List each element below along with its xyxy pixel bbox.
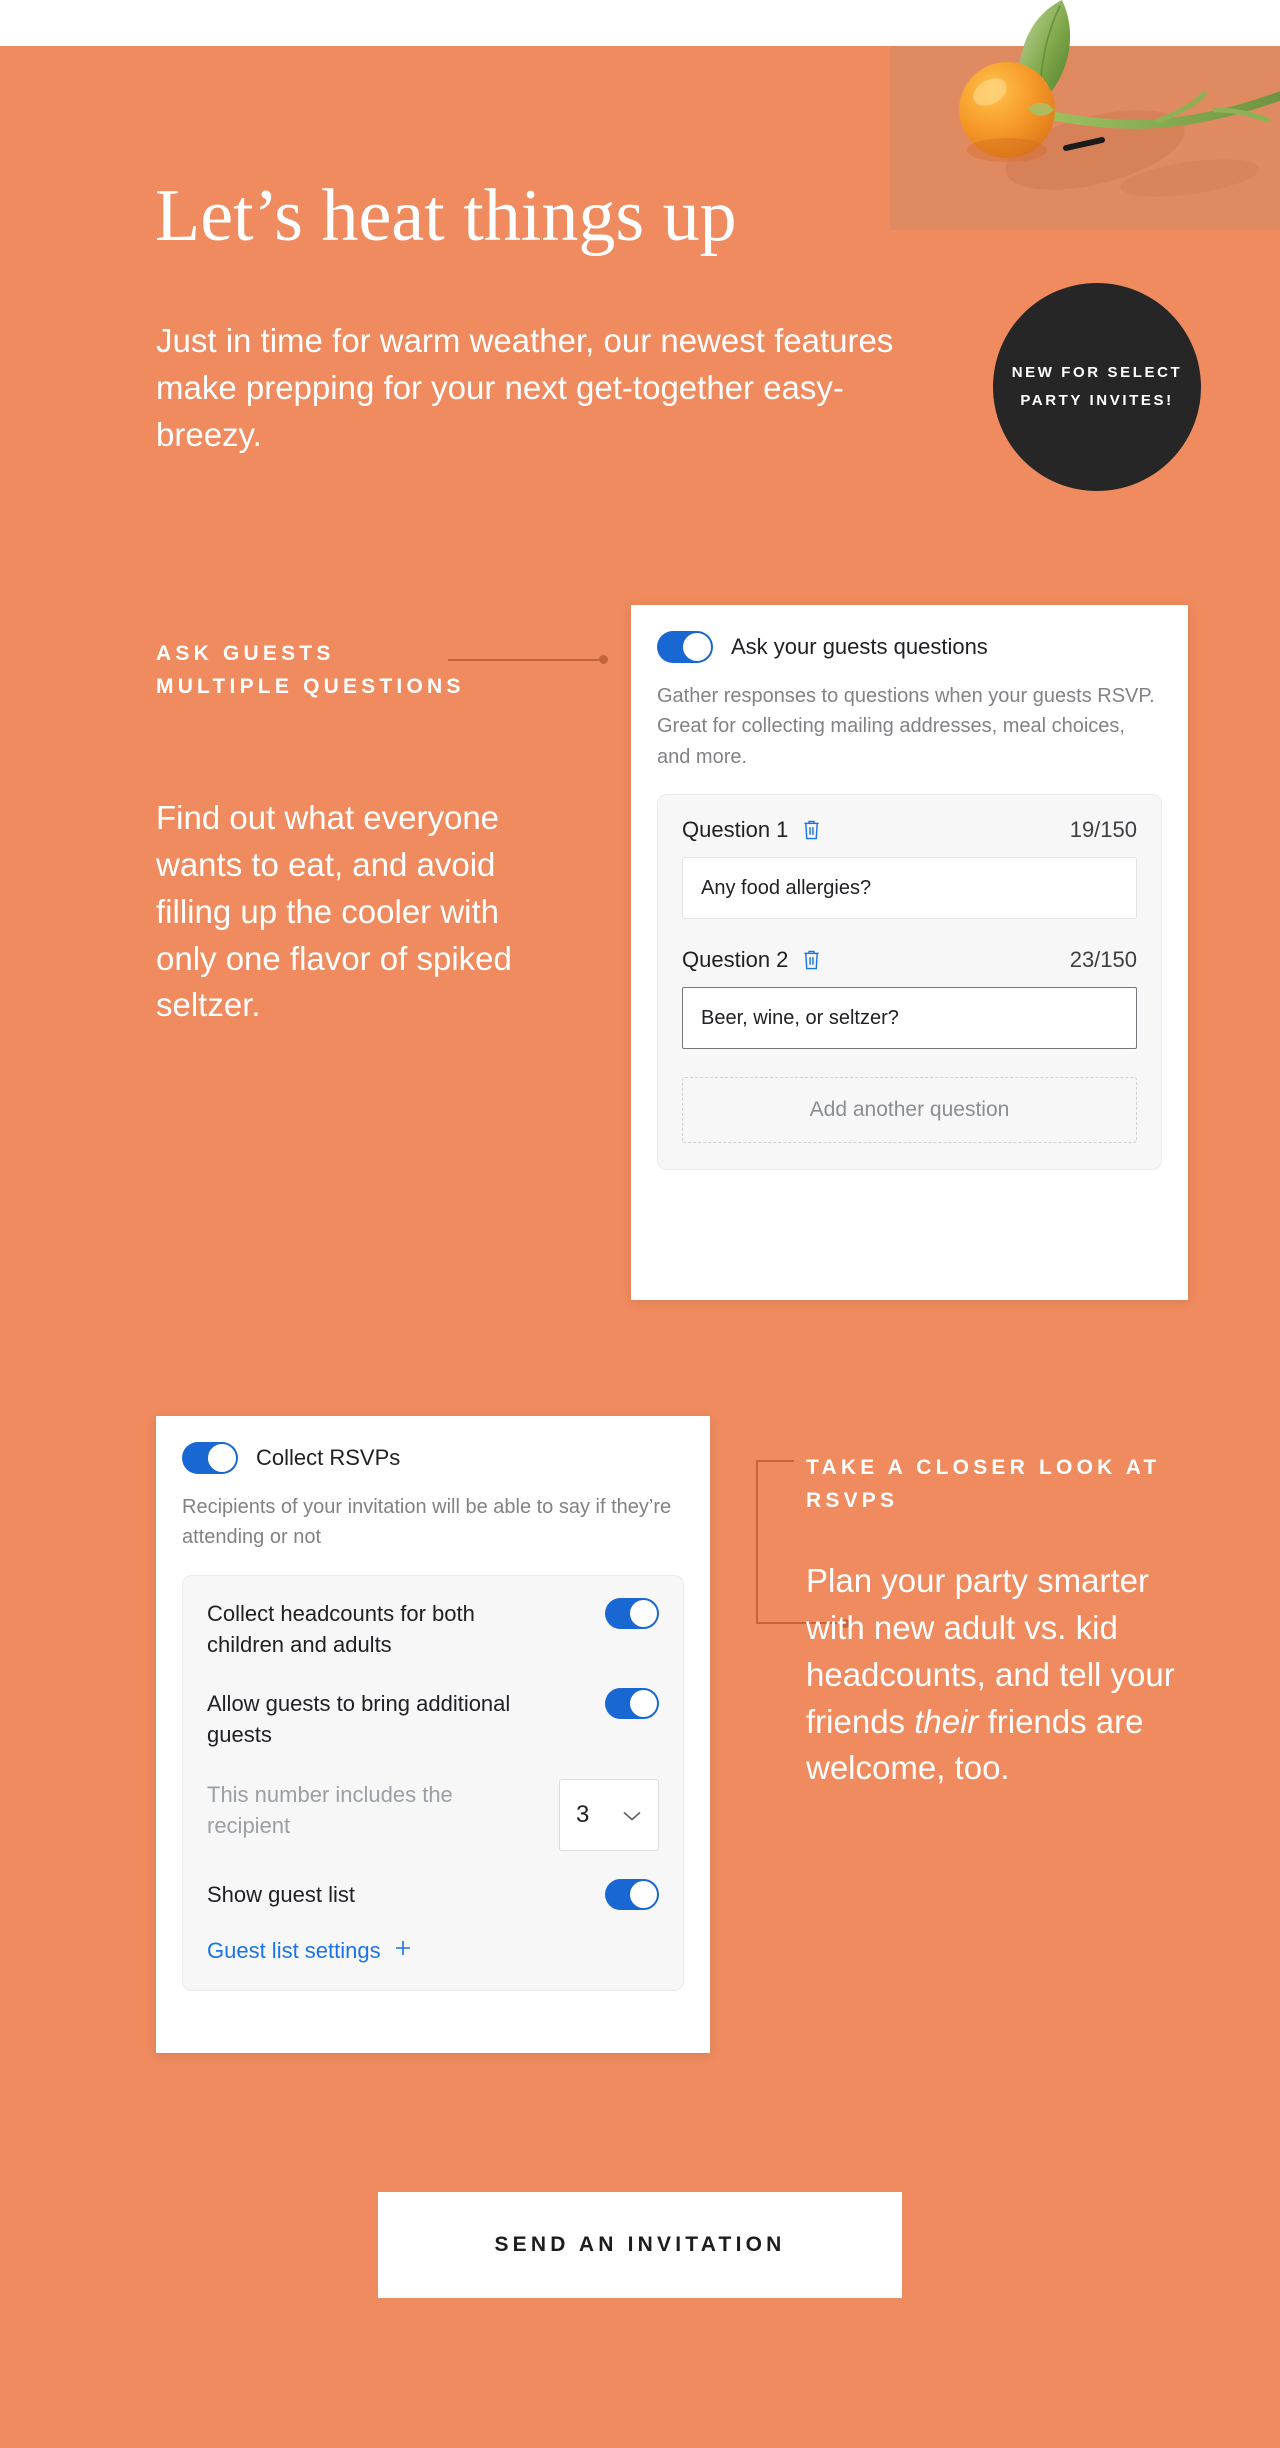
guest-count-select[interactable]: 3	[559, 1778, 659, 1851]
connector-dot	[599, 655, 608, 664]
toggle-knob	[629, 1598, 658, 1628]
section-questions-body: Find out what everyone wants to eat, and…	[156, 799, 512, 1024]
question-2-counter: 23/150	[1069, 947, 1137, 973]
question-2-input[interactable]: Beer, wine, or seltzer?	[682, 987, 1137, 1050]
trash-icon[interactable]	[802, 949, 821, 971]
hero-photo	[890, 0, 1280, 230]
plus-icon	[393, 1938, 413, 1964]
toggle-knob	[207, 1443, 237, 1473]
connector-stroke-top	[756, 1460, 794, 1462]
ask-questions-label: Ask your guests questions	[731, 634, 988, 659]
guest-list-settings-link[interactable]: Guest list settings	[207, 1938, 659, 1964]
rsvp-row-guest-count: This number includes the recipient 3	[207, 1778, 659, 1851]
rsvp-row-additional-guests: Allow guests to bring additional guests	[207, 1688, 659, 1750]
collect-rsvps-toggle-row[interactable]: Collect RSVPs	[182, 1442, 684, 1474]
show-guest-list-toggle[interactable]	[605, 1878, 659, 1910]
new-feature-badge: NEW FOR SELECT PARTY INVITES!	[993, 283, 1201, 491]
guest-count-value: 3	[576, 1800, 590, 1828]
section-questions-eyebrow: ASK GUESTS MULTIPLE QUESTIONS	[156, 642, 465, 698]
headcounts-toggle[interactable]	[605, 1597, 659, 1629]
rsvp-options-panel: Collect headcounts for both children and…	[182, 1574, 684, 1991]
collect-rsvps-description: Recipients of your invitation will be ab…	[182, 1496, 672, 1549]
rsvp-row-show-guest-list: Show guest list	[207, 1878, 659, 1910]
questions-card: Ask your guests questions Gather respons…	[631, 605, 1188, 1300]
ask-questions-description: Gather responses to questions when your …	[657, 685, 1155, 768]
email-page: Let’s heat things up Just in time for wa…	[0, 0, 1280, 2448]
question-1-label: Question 1	[682, 817, 789, 843]
question-2-label: Question 2	[682, 947, 789, 973]
questions-panel: Question 1 19/150 Any food allergies? Qu…	[657, 794, 1162, 1171]
add-another-question-button[interactable]: Add another question	[682, 1077, 1137, 1144]
collect-rsvps-label: Collect RSVPs	[256, 1445, 401, 1470]
additional-guests-label: Allow guests to bring additional guests	[207, 1691, 511, 1748]
connector-stroke	[448, 659, 600, 661]
toggle-knob	[682, 632, 712, 662]
connector-line-questions	[448, 655, 608, 664]
rsvp-row-headcounts: Collect headcounts for both children and…	[207, 1597, 659, 1660]
send-invitation-button[interactable]: SEND AN INVITATION	[378, 2192, 902, 2298]
ask-questions-toggle-row[interactable]: Ask your guests questions	[657, 631, 1162, 663]
hero-subheadline: Just in time for warm weather, our newes…	[156, 322, 894, 453]
guest-list-settings-label: Guest list settings	[207, 1937, 381, 1963]
connector-stroke-vertical	[756, 1460, 758, 1624]
guest-count-hint: This number includes the recipient	[207, 1781, 453, 1838]
headcounts-label: Collect headcounts for both children and…	[207, 1600, 475, 1658]
additional-guests-toggle[interactable]	[605, 1688, 659, 1720]
rsvp-body-emphasis: their	[914, 1702, 979, 1740]
show-guest-list-label: Show guest list	[207, 1881, 355, 1907]
section-rsvp-body: Plan your party smarter with new adult v…	[806, 1558, 1206, 1792]
question-1-header-left: Question 1	[682, 817, 821, 843]
rsvp-card: Collect RSVPs Recipients of your invitat…	[156, 1416, 710, 2053]
toggle-knob	[629, 1689, 658, 1719]
chevron-down-icon	[622, 1801, 642, 1829]
ask-questions-toggle[interactable]	[657, 631, 713, 663]
kumquat-illustration	[959, 0, 1280, 197]
section-rsvp-eyebrow: TAKE A CLOSER LOOK AT RSVPS	[806, 1456, 1161, 1512]
question-2-header-left: Question 2	[682, 947, 821, 973]
trash-icon[interactable]	[802, 819, 821, 841]
toggle-knob	[629, 1879, 658, 1909]
question-2-header: Question 2 23/150	[682, 947, 1137, 973]
collect-rsvps-toggle[interactable]	[182, 1442, 238, 1474]
question-1-header: Question 1 19/150	[682, 817, 1137, 843]
question-1-input[interactable]: Any food allergies?	[682, 857, 1137, 920]
page-title: Let’s heat things up	[155, 175, 737, 257]
badge-label: NEW FOR SELECT PARTY INVITES!	[1011, 364, 1183, 409]
question-1-counter: 19/150	[1069, 817, 1137, 843]
